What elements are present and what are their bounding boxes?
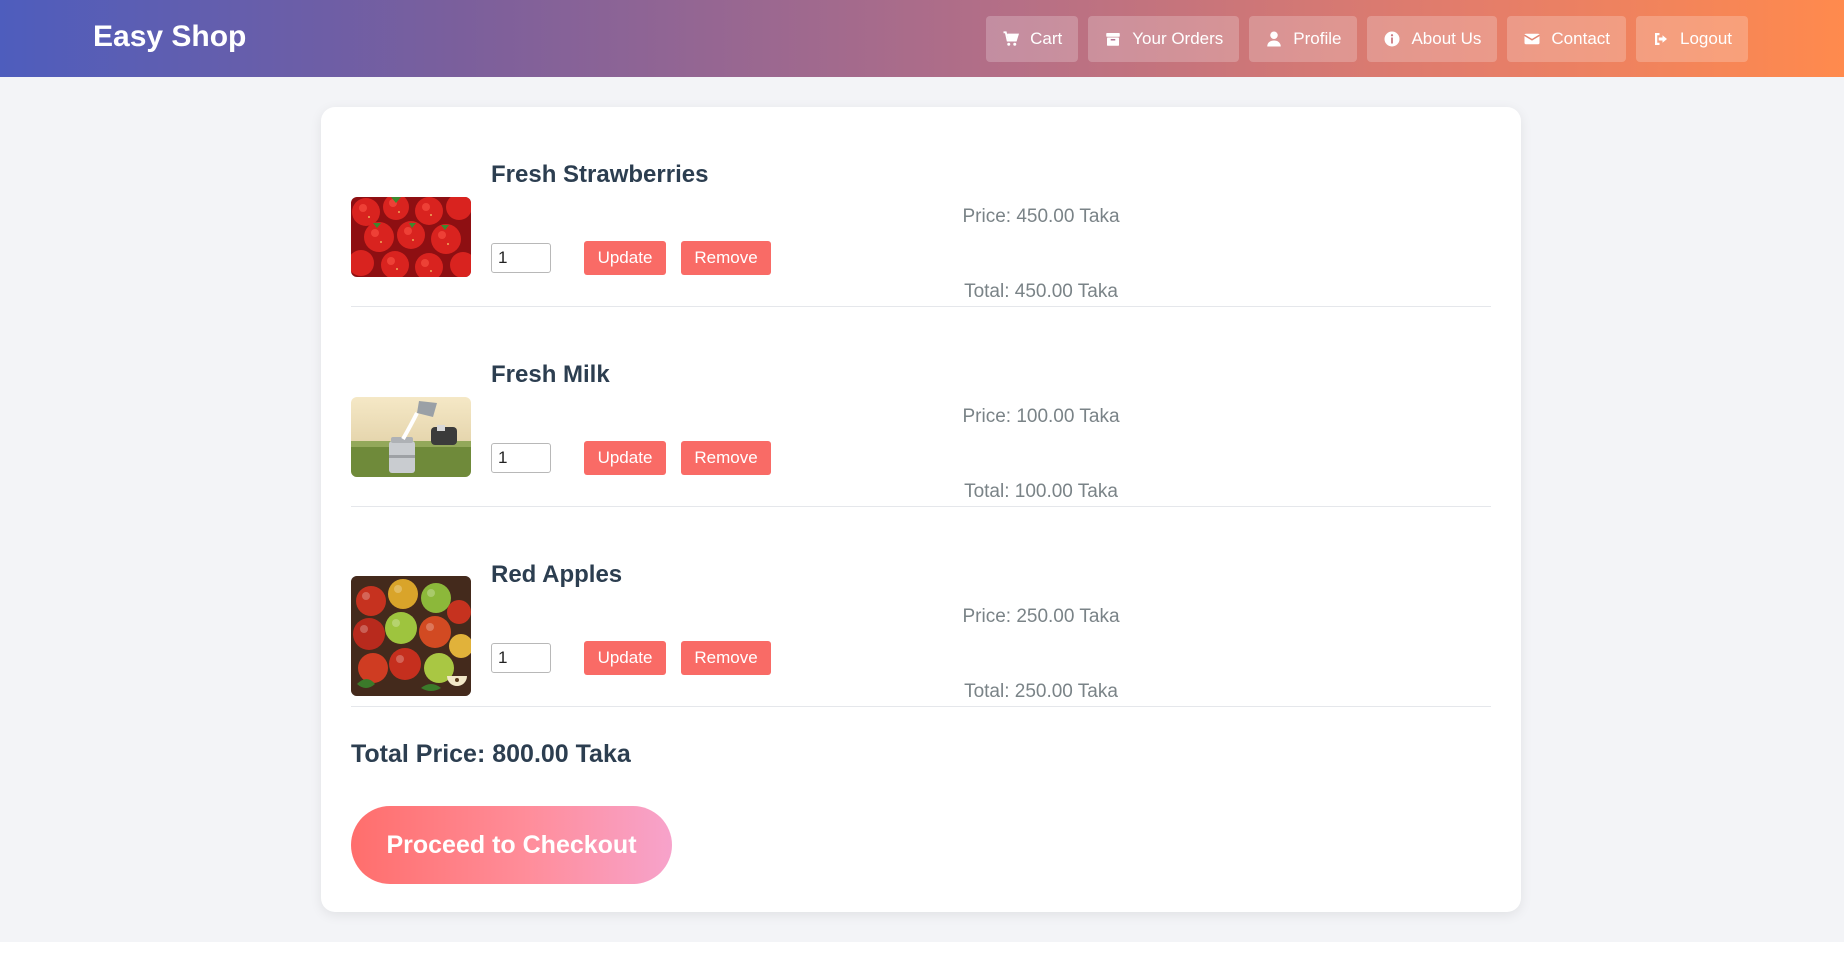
item-name: Fresh Milk [491, 361, 610, 388]
quantity-input[interactable] [491, 243, 551, 273]
info-icon [1384, 31, 1400, 47]
cart-item: Fresh Strawberries Update Remove Price: … [351, 107, 1491, 307]
nav-profile-label: Profile [1293, 29, 1342, 48]
brand-logo[interactable]: Easy Shop [93, 20, 246, 54]
nav-orders[interactable]: Your Orders [1088, 16, 1240, 62]
remove-button[interactable]: Remove [681, 241, 771, 275]
item-total: Total: 250.00 Taka [964, 681, 1118, 702]
nav-about-label: About Us [1411, 29, 1482, 48]
nav-links: Cart Your Orders Profile About Us Contac… [986, 16, 1748, 62]
remove-button[interactable]: Remove [681, 641, 771, 675]
footer [0, 942, 1844, 962]
user-icon [1267, 31, 1282, 47]
cart-item: Fresh Milk Update Remove Price: 100.00 T… [351, 307, 1491, 507]
update-button[interactable]: Update [584, 441, 666, 475]
nav-orders-label: Your Orders [1132, 29, 1224, 48]
nav-profile[interactable]: Profile [1249, 16, 1358, 62]
strawberries-image [351, 197, 471, 277]
nav-logout[interactable]: Logout [1636, 16, 1748, 62]
nav-contact[interactable]: Contact [1507, 16, 1626, 62]
cart-card: Fresh Strawberries Update Remove Price: … [321, 107, 1521, 912]
apples-image [351, 576, 471, 696]
logout-icon [1655, 33, 1667, 45]
nav-about[interactable]: About Us [1367, 16, 1498, 62]
item-total: Total: 450.00 Taka [964, 281, 1118, 302]
item-total: Total: 100.00 Taka [964, 481, 1118, 502]
milk-image [351, 397, 471, 477]
box-icon [1106, 33, 1120, 46]
navbar: Easy Shop Cart Your Orders Profile About… [0, 0, 1844, 77]
envelope-icon [1524, 33, 1541, 45]
cart-icon [1003, 31, 1020, 46]
remove-button[interactable]: Remove [681, 441, 771, 475]
nav-logout-label: Logout [1680, 29, 1732, 48]
item-price: Price: 450.00 Taka [962, 206, 1120, 227]
nav-cart-label: Cart [1030, 29, 1063, 48]
item-name: Red Apples [491, 561, 623, 588]
checkout-button[interactable]: Proceed to Checkout [351, 806, 672, 884]
update-button[interactable]: Update [584, 241, 666, 275]
nav-contact-label: Contact [1551, 29, 1610, 48]
item-price: Price: 250.00 Taka [962, 606, 1120, 627]
cart-item: Red Apples Update Remove Price: 250.00 T… [351, 507, 1491, 707]
item-price: Price: 100.00 Taka [962, 406, 1120, 427]
nav-cart[interactable]: Cart [986, 16, 1079, 62]
total-price: Total Price: 800.00 Taka [351, 740, 631, 768]
update-button[interactable]: Update [584, 641, 666, 675]
quantity-input[interactable] [491, 443, 551, 473]
quantity-input[interactable] [491, 643, 551, 673]
item-name: Fresh Strawberries [491, 161, 709, 188]
